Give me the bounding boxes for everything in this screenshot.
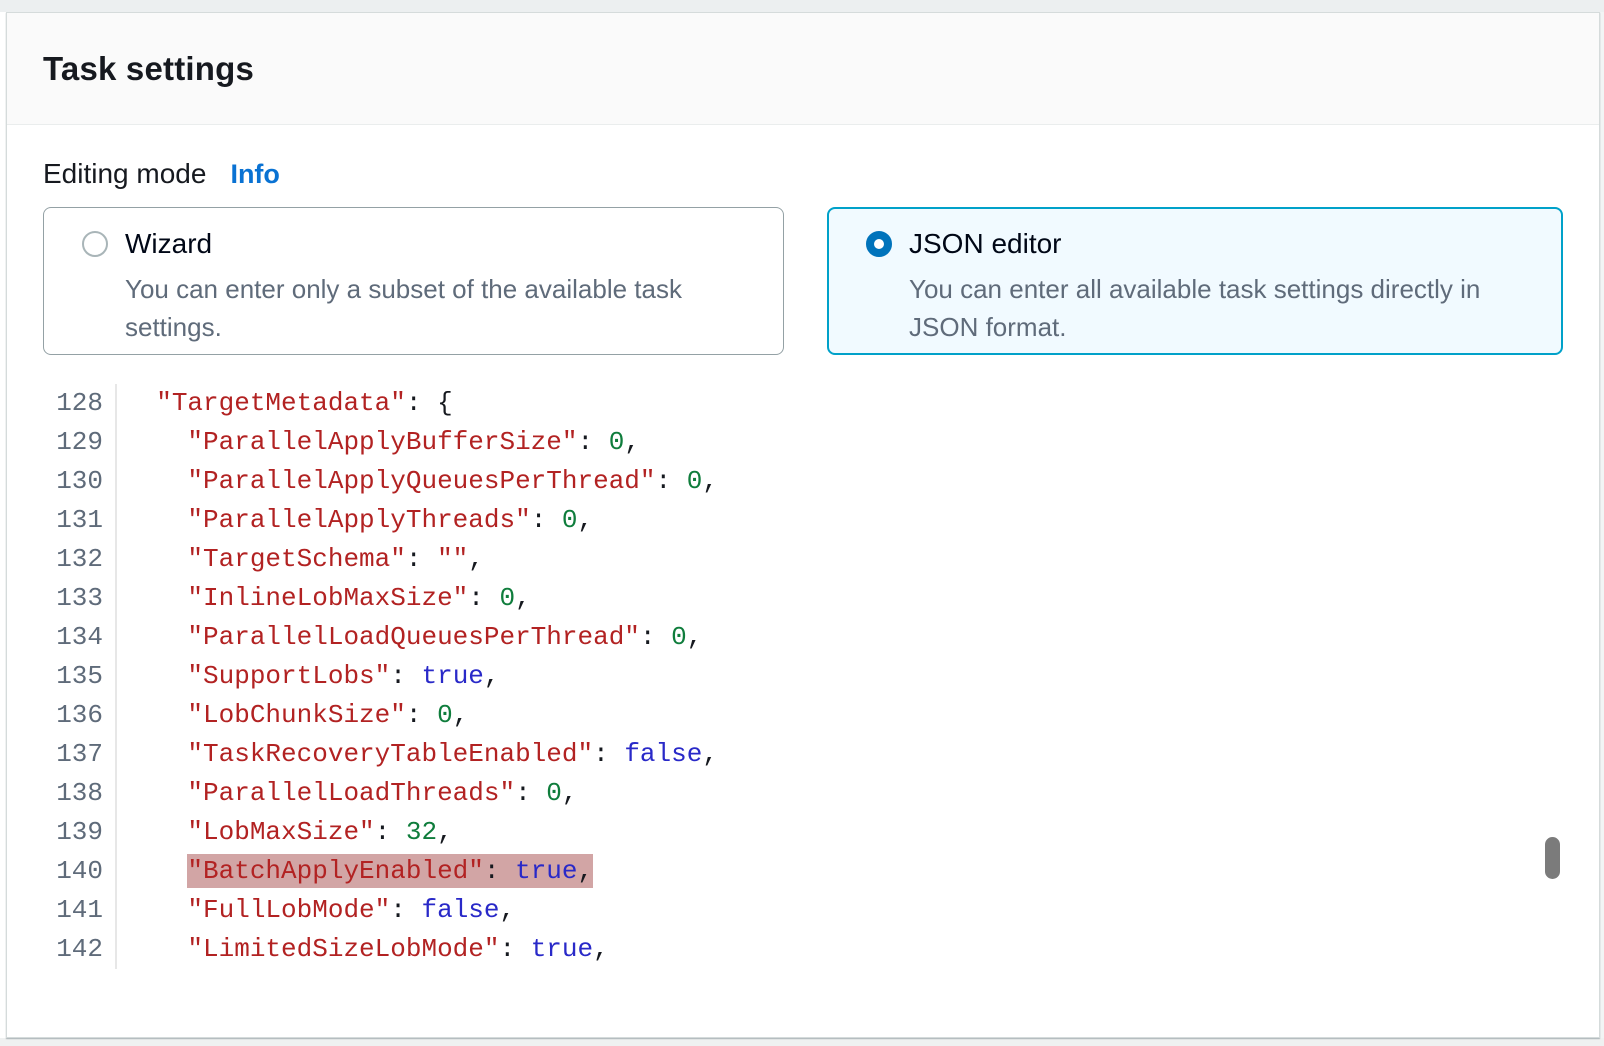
code-line-content: "SupportLobs": true, [117, 657, 500, 696]
line-number: 142 [43, 930, 117, 969]
code-line[interactable]: 132 "TargetSchema": "", [43, 540, 1563, 579]
tile-json-editor-description: You can enter all available task setting… [909, 270, 1514, 346]
wizard-radio[interactable] [82, 231, 108, 257]
code-line-content: "FullLobMode": false, [117, 891, 515, 930]
line-number: 135 [43, 657, 117, 696]
code-line[interactable]: 142 "LimitedSizeLobMode": true, [43, 930, 1563, 969]
code-line-content: "ParallelLoadThreads": 0, [117, 774, 578, 813]
task-settings-panel: Task settings Editing mode Info Wizard Y… [6, 12, 1600, 1038]
code-line[interactable]: 139 "LobMaxSize": 32, [43, 813, 1563, 852]
code-line-content: "TaskRecoveryTableEnabled": false, [117, 735, 718, 774]
line-number: 130 [43, 462, 117, 501]
line-number: 132 [43, 540, 117, 579]
page-background-top [0, 0, 1604, 12]
json-code-editor[interactable]: 128 "TargetMetadata": {129 "ParallelAppl… [43, 384, 1563, 969]
editing-mode-tiles: Wizard You can enter only a subset of th… [43, 207, 1563, 355]
code-line-content: "ParallelApplyQueuesPerThread": 0, [117, 462, 718, 501]
code-line[interactable]: 135 "SupportLobs": true, [43, 657, 1563, 696]
scrollbar-thumb[interactable] [1545, 837, 1560, 879]
tile-wizard[interactable]: Wizard You can enter only a subset of th… [43, 207, 784, 355]
editing-mode-row: Editing mode Info [43, 158, 1563, 190]
json-editor-radio[interactable] [866, 231, 892, 257]
code-line-content: "TargetSchema": "", [117, 540, 484, 579]
code-line[interactable]: 140 "BatchApplyEnabled": true, [43, 852, 1563, 891]
code-line-content: "LimitedSizeLobMode": true, [117, 930, 609, 969]
code-line[interactable]: 128 "TargetMetadata": { [43, 384, 1563, 423]
tile-wizard-label: Wizard [125, 228, 212, 260]
panel-body: Editing mode Info Wizard You can enter o… [7, 158, 1599, 969]
line-number: 139 [43, 813, 117, 852]
line-number: 136 [43, 696, 117, 735]
tile-wizard-description: You can enter only a subset of the avail… [125, 270, 753, 346]
code-line[interactable]: 136 "LobChunkSize": 0, [43, 696, 1563, 735]
code-line[interactable]: 138 "ParallelLoadThreads": 0, [43, 774, 1563, 813]
code-line-content: "TargetMetadata": { [117, 384, 453, 423]
line-number: 129 [43, 423, 117, 462]
tile-json-editor-head: JSON editor [866, 228, 1532, 260]
highlighted-token: "BatchApplyEnabled": true, [187, 854, 593, 888]
editing-mode-label: Editing mode [43, 158, 206, 190]
tile-json-editor[interactable]: JSON editor You can enter all available … [827, 207, 1563, 355]
code-line[interactable]: 134 "ParallelLoadQueuesPerThread": 0, [43, 618, 1563, 657]
tile-wizard-head: Wizard [82, 228, 753, 260]
code-line[interactable]: 130 "ParallelApplyQueuesPerThread": 0, [43, 462, 1563, 501]
code-line[interactable]: 131 "ParallelApplyThreads": 0, [43, 501, 1563, 540]
info-link[interactable]: Info [230, 159, 279, 190]
code-line-content: "LobMaxSize": 32, [117, 813, 453, 852]
line-number: 141 [43, 891, 117, 930]
code-line[interactable]: 129 "ParallelApplyBufferSize": 0, [43, 423, 1563, 462]
line-number: 134 [43, 618, 117, 657]
line-number: 128 [43, 384, 117, 423]
code-line-content: "ParallelApplyThreads": 0, [117, 501, 593, 540]
code-line-content: "LobChunkSize": 0, [117, 696, 468, 735]
code-line-content: "ParallelLoadQueuesPerThread": 0, [117, 618, 702, 657]
page-background-right [1600, 12, 1604, 1038]
code-line-content: "BatchApplyEnabled": true, [117, 852, 593, 891]
code-line[interactable]: 141 "FullLobMode": false, [43, 891, 1563, 930]
code-line[interactable]: 133 "InlineLobMaxSize": 0, [43, 579, 1563, 618]
tile-json-editor-label: JSON editor [909, 228, 1062, 260]
line-number: 133 [43, 579, 117, 618]
line-number: 138 [43, 774, 117, 813]
code-line-content: "InlineLobMaxSize": 0, [117, 579, 531, 618]
page-background-bottom [0, 1038, 1604, 1046]
code-line-content: "ParallelApplyBufferSize": 0, [117, 423, 640, 462]
code-line[interactable]: 137 "TaskRecoveryTableEnabled": false, [43, 735, 1563, 774]
line-number: 140 [43, 852, 117, 891]
panel-header: Task settings [7, 13, 1599, 125]
code-lines: 128 "TargetMetadata": {129 "ParallelAppl… [43, 384, 1563, 969]
page-title: Task settings [43, 50, 254, 88]
line-number: 137 [43, 735, 117, 774]
line-number: 131 [43, 501, 117, 540]
